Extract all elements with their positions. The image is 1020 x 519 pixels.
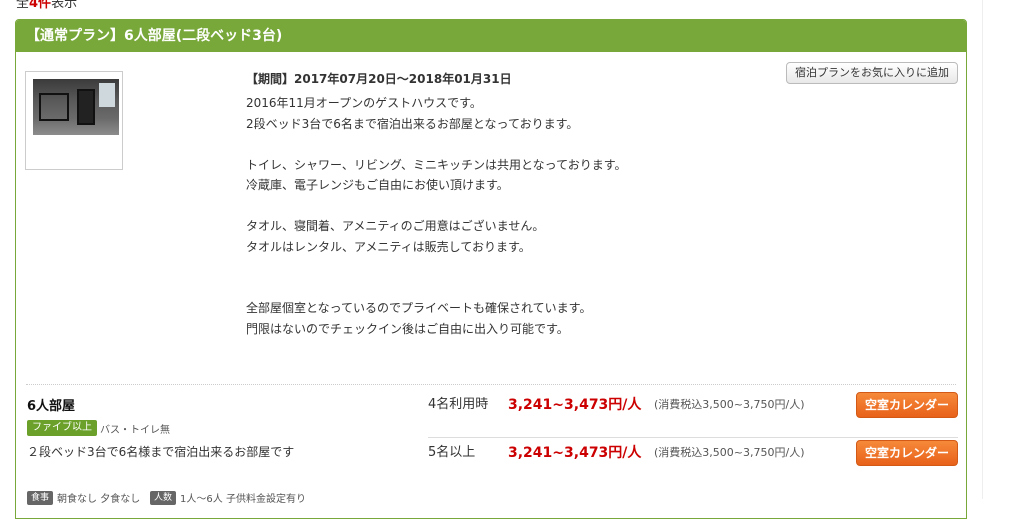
price-people: 5名以上 xyxy=(428,445,476,460)
price-people: 4名利用時 xyxy=(428,397,489,412)
meal-text: 朝食なし 夕食なし xyxy=(57,494,141,505)
desc-line: 2016年11月オープンのゲストハウスです。 xyxy=(246,96,482,110)
section-divider xyxy=(26,384,956,385)
desc-line: 全部屋個室となっているのでプライベートも確保されています。 xyxy=(246,301,592,315)
plan-description: 2016年11月オープンのゲストハウスです。 2段ベッド3台で6名まで宿泊出来る… xyxy=(246,93,766,339)
desc-line: 2段ベッド3台で6名まで宿泊出来るお部屋となっております。 xyxy=(246,116,579,131)
room-name: 6人部屋 xyxy=(27,399,76,414)
room-thumbnail[interactable] xyxy=(25,71,123,170)
price-value: 3,241~3,473円/人 xyxy=(508,445,642,461)
page-edge-line xyxy=(982,0,983,499)
plan-title[interactable]: 【通常プラン】6人部屋(二段ベッド3台) xyxy=(16,20,966,52)
desc-line: 冷蔵庫、電子レンジもご自由にお使い頂けます。 xyxy=(246,178,509,192)
meal-chip: 食事 xyxy=(27,490,54,505)
desc-line: タオル、寝間着、アメニティのご用意はございません。 xyxy=(246,219,545,233)
plan-card: 【通常プラン】6人部屋(二段ベッド3台) 宿泊プランをお気に入りに追加 【期間】… xyxy=(15,19,967,519)
room-photo xyxy=(33,79,119,135)
add-favorite-button[interactable]: 宿泊プランをお気に入りに追加 xyxy=(786,62,958,84)
vacancy-calendar-button[interactable]: 空室カレンダー xyxy=(856,392,958,418)
count-prefix: 全 xyxy=(16,0,30,11)
price-tax: (消費税込3,500~3,750円/人) xyxy=(654,446,805,459)
price-row: 4名利用時 3,241~3,473円/人 (消費税込3,500~3,750円/人… xyxy=(428,390,958,420)
people-text: 1人～6人 子供料金設定有り xyxy=(180,494,306,505)
desc-line: 門限はないのでチェックイン後はご自由に出入り可能です。 xyxy=(246,321,569,336)
room-tags: 食事 朝食なし 夕食なし 人数 1人～6人 子供料金設定有り xyxy=(27,490,312,505)
count-number: 4件 xyxy=(29,0,52,11)
desc-line: タオルはレンタル、アメニティは販売しております。 xyxy=(246,239,531,254)
result-count: 全4件表示 xyxy=(16,0,77,11)
people-chip: 人数 xyxy=(150,490,177,505)
rank-badge: ファイブ以上 xyxy=(27,420,97,436)
vacancy-calendar-button[interactable]: 空室カレンダー xyxy=(856,440,958,466)
price-row: 5名以上 3,241~3,473円/人 (消費税込3,500~3,750円/人)… xyxy=(428,438,958,468)
desc-line: トイレ、シャワー、リビング、ミニキッチンは共用となっております。 xyxy=(246,157,627,172)
plan-period: 【期間】2017年07月20日～2018年01月31日 xyxy=(246,72,512,86)
count-suffix: 表示 xyxy=(51,0,78,11)
bath-info: バス・トイレ無 xyxy=(100,425,170,436)
price-tax: (消費税込3,500~3,750円/人) xyxy=(654,398,805,411)
room-description: ２段ベッド3台で6名様まで宿泊出来るお部屋です xyxy=(27,445,295,459)
price-value: 3,241~3,473円/人 xyxy=(508,397,642,413)
